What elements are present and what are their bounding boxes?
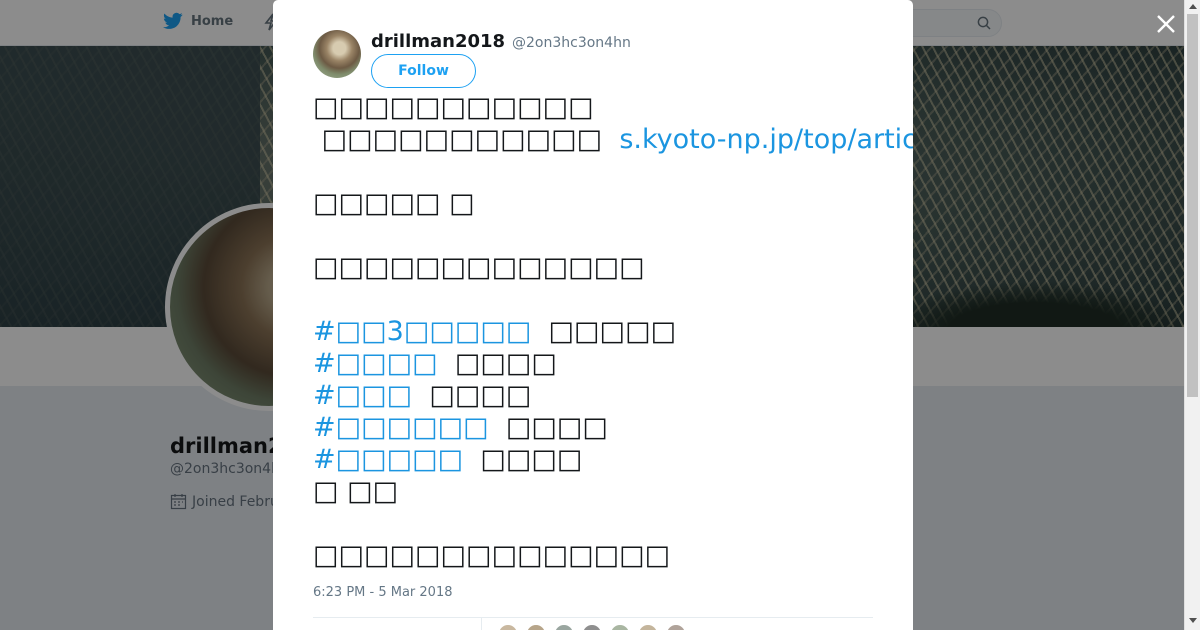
- liker-avatar[interactable]: [497, 623, 519, 630]
- liker-avatar[interactable]: [637, 623, 659, 630]
- tweet-line-4: □□□□□□□□□□□□□: [313, 252, 645, 283]
- hashtag-line: #□□3□□□□□ □□□□□: [313, 316, 677, 347]
- likers-avatars[interactable]: [497, 623, 687, 630]
- profile-joined: Joined Febru: [170, 493, 279, 510]
- liker-avatar[interactable]: [609, 623, 631, 630]
- hashtag-link[interactable]: #□□□□□: [313, 444, 463, 475]
- hashtag-link[interactable]: #□□□□: [313, 348, 438, 379]
- tweet-line-3: □□□□□ □: [313, 188, 475, 219]
- tweet-last-line: □□□□□□□□□□□□□□: [313, 540, 671, 571]
- follow-button[interactable]: Follow: [371, 54, 476, 88]
- hashtag-line: #□□□□ □□□□: [313, 348, 557, 379]
- tweet-line-2: □□□□□□□□□□□ s.kyoto-np.jp/top/article/20…: [313, 124, 913, 156]
- page-scrollbar[interactable]: [1184, 0, 1200, 630]
- liker-avatar[interactable]: [553, 623, 575, 630]
- hashtag-link[interactable]: #□□□: [313, 380, 412, 411]
- calendar-icon: [170, 494, 187, 510]
- tweet-author-handle[interactable]: @2on3hc3on4hn: [512, 35, 631, 51]
- scrollbar-thumb[interactable]: [1187, 14, 1198, 397]
- article-link[interactable]: s.kyoto-np.jp/top/article/20…: [611, 124, 913, 155]
- liker-avatar[interactable]: [581, 623, 603, 630]
- tweet-author-avatar[interactable]: [313, 30, 361, 78]
- tweet-author-name[interactable]: drillman2018: [371, 31, 505, 52]
- liker-avatar[interactable]: [665, 623, 687, 630]
- stats-divider: [313, 617, 873, 618]
- hashtag-link[interactable]: #□□3□□□□□: [313, 316, 531, 347]
- hashtag-link[interactable]: #□□□□□□: [313, 412, 489, 443]
- close-icon[interactable]: [1153, 11, 1179, 37]
- liker-avatar[interactable]: [525, 623, 547, 630]
- tweet-modal: drillman2018 @2on3hc3on4hn Follow □□□□□□…: [273, 0, 913, 630]
- profile-name: drillman2: [170, 434, 283, 458]
- tweet-text: □□□□□□□□□□□ □□□□□□□□□□□ s.kyoto-np.jp/to…: [313, 92, 913, 572]
- tweet-line-1: □□□□□□□□□□□: [313, 92, 594, 123]
- scroll-down-arrow-icon[interactable]: [1189, 618, 1197, 623]
- profile-joined-text: Joined Febru: [192, 493, 279, 510]
- hashtag-line: #□□□□□□ □□□□: [313, 412, 608, 443]
- hashtag-line: #□□□□□ □□□□: [313, 444, 583, 475]
- tweet-timestamp[interactable]: 6:23 PM - 5 Mar 2018: [313, 585, 452, 600]
- profile-handle: @2on3hc3on4h: [170, 461, 280, 477]
- hashtag-line: #□□□ □□□□: [313, 380, 532, 411]
- stats-vertical-divider: [481, 617, 482, 630]
- tweet-line-after-tags: □ □□: [313, 476, 399, 507]
- scroll-up-arrow-icon[interactable]: [1189, 4, 1197, 9]
